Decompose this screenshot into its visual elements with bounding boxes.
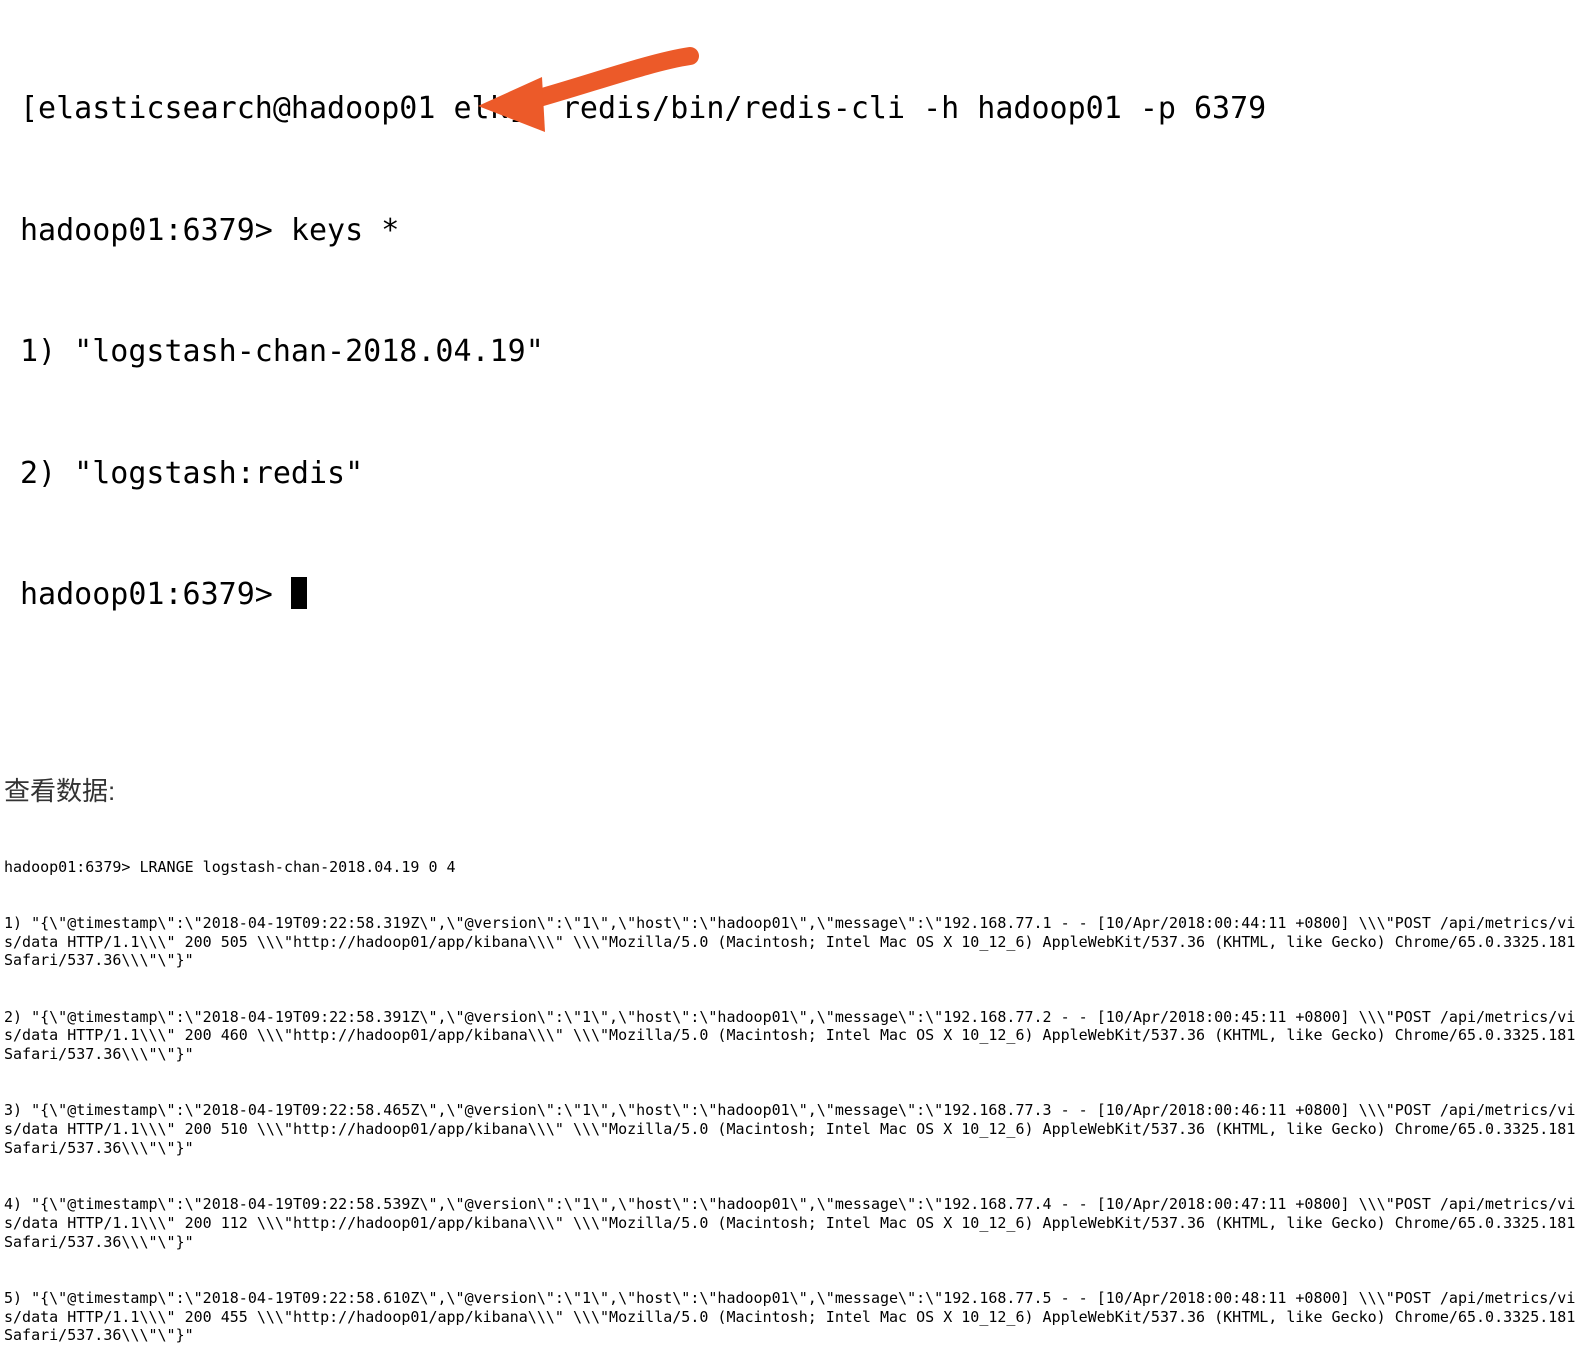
term-result-row: 3) "{\"@timestamp\":\"2018-04-19T09:22:5… (4, 1101, 1590, 1157)
term-command-line: hadoop01:6379> LRANGE logstash-chan-2018… (4, 858, 1590, 877)
term-line: [elasticsearch@hadoop01 elk]$ redis/bin/… (20, 89, 1574, 130)
term-command: LRANGE logstash-chan-2018.04.19 0 4 (139, 858, 455, 876)
cursor-block-icon (291, 577, 308, 609)
term-result-row: 1) "{\"@timestamp\":\"2018-04-19T09:22:5… (4, 914, 1590, 970)
term-result-row: 5) "{\"@timestamp\":\"2018-04-19T09:22:5… (4, 1289, 1590, 1345)
section-caption: 查看数据: (0, 737, 1594, 818)
terminal-lrange: hadoop01:6379> LRANGE logstash-chan-2018… (0, 818, 1594, 1360)
terminal-redis-cli: [elasticsearch@hadoop01 elk]$ redis/bin/… (0, 0, 1594, 737)
term-line: 2) "logstash:redis" (20, 454, 1574, 495)
term-line-prompt: hadoop01:6379> (20, 575, 1574, 616)
term-line: hadoop01:6379> keys * (20, 211, 1574, 252)
term-result-row: 4) "{\"@timestamp\":\"2018-04-19T09:22:5… (4, 1195, 1590, 1251)
term-result-row: 2) "{\"@timestamp\":\"2018-04-19T09:22:5… (4, 1008, 1590, 1064)
term-prompt: hadoop01:6379> (4, 858, 130, 876)
term-prompt-text: hadoop01:6379> (20, 577, 291, 612)
term-line: 1) "logstash-chan-2018.04.19" (20, 332, 1574, 373)
